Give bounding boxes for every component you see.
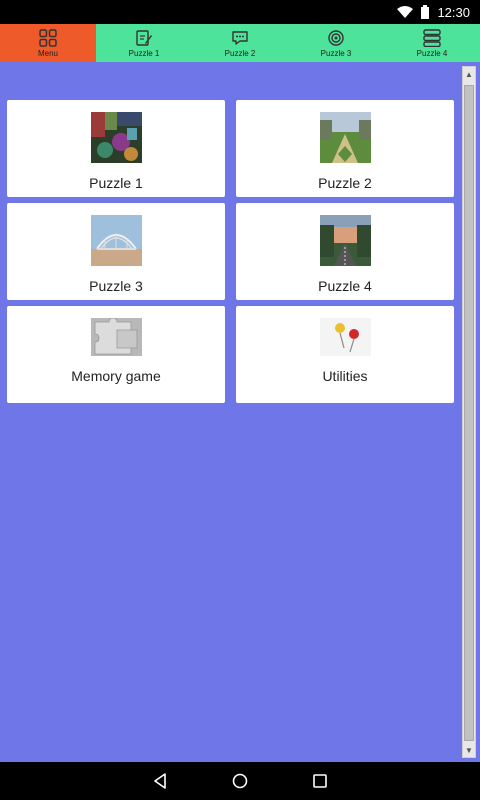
status-bar: 12:30	[0, 0, 480, 24]
card-utilities[interactable]: Utilities	[236, 306, 454, 403]
park-path-image	[319, 112, 371, 163]
card-label: Utilities	[322, 368, 368, 384]
scroll-thumb[interactable]	[464, 85, 474, 741]
tab-label: Puzzle 4	[416, 48, 448, 58]
card-label: Puzzle 3	[89, 278, 143, 294]
grid-icon	[39, 28, 57, 47]
tab-label: Menu	[37, 48, 58, 58]
sunset-road-image	[319, 215, 371, 266]
tab-bar: Menu Puzzle 1 Puzzle 2 Puzzle 3 Puzzle 4	[0, 24, 480, 62]
tab-puzzle-3[interactable]: Puzzle 3	[288, 24, 384, 62]
wifi-icon	[397, 6, 414, 18]
tab-puzzle-2[interactable]: Puzzle 2	[192, 24, 288, 62]
card-label: Puzzle 2	[318, 175, 372, 191]
card-puzzle-3[interactable]: Puzzle 3	[7, 203, 225, 300]
home-icon	[232, 773, 248, 789]
jigsaw-piece-image	[90, 318, 142, 356]
recents-icon	[313, 774, 327, 788]
back-icon	[154, 773, 166, 789]
battery-icon	[421, 5, 430, 19]
scroll-up-icon[interactable]: ▲	[463, 67, 475, 81]
scrollbar[interactable]: ▲ ▼	[462, 66, 476, 758]
card-puzzle-1[interactable]: Puzzle 1	[7, 100, 225, 197]
tab-puzzle-4[interactable]: Puzzle 4	[384, 24, 480, 62]
abstract-colorful-image	[90, 112, 142, 163]
tab-puzzle-1[interactable]: Puzzle 1	[96, 24, 192, 62]
target-icon	[328, 29, 344, 46]
status-time: 12:30	[437, 4, 470, 20]
navigation-bar	[0, 762, 480, 800]
tab-label: Puzzle 3	[320, 48, 352, 58]
edit-icon	[136, 29, 152, 46]
chat-icon	[232, 30, 248, 45]
recents-button[interactable]	[300, 762, 340, 800]
tab-menu[interactable]: Menu	[0, 24, 96, 62]
card-label: Memory game	[71, 368, 161, 384]
scroll-down-icon[interactable]: ▼	[463, 743, 475, 757]
card-label: Puzzle 1	[89, 175, 143, 191]
home-button[interactable]	[220, 762, 260, 800]
screen: 12:30 Menu Puzzle 1 Puzzle 2 Puzzle 3 Pu…	[0, 0, 480, 800]
card-puzzle-4[interactable]: Puzzle 4	[236, 203, 454, 300]
card-puzzle-2[interactable]: Puzzle 2	[236, 100, 454, 197]
bridge-image	[90, 215, 142, 266]
menu-grid: Puzzle 1 Puzzle 2 Puzzle 3 Puzzle 4 Memo…	[7, 100, 455, 403]
card-label: Puzzle 4	[318, 278, 372, 294]
card-memory-game[interactable]: Memory game	[7, 306, 225, 403]
tab-label: Puzzle 2	[224, 48, 256, 58]
tab-label: Puzzle 1	[128, 48, 160, 58]
pushpins-image	[319, 318, 371, 356]
stack-icon	[423, 28, 441, 47]
back-button[interactable]	[140, 762, 180, 800]
